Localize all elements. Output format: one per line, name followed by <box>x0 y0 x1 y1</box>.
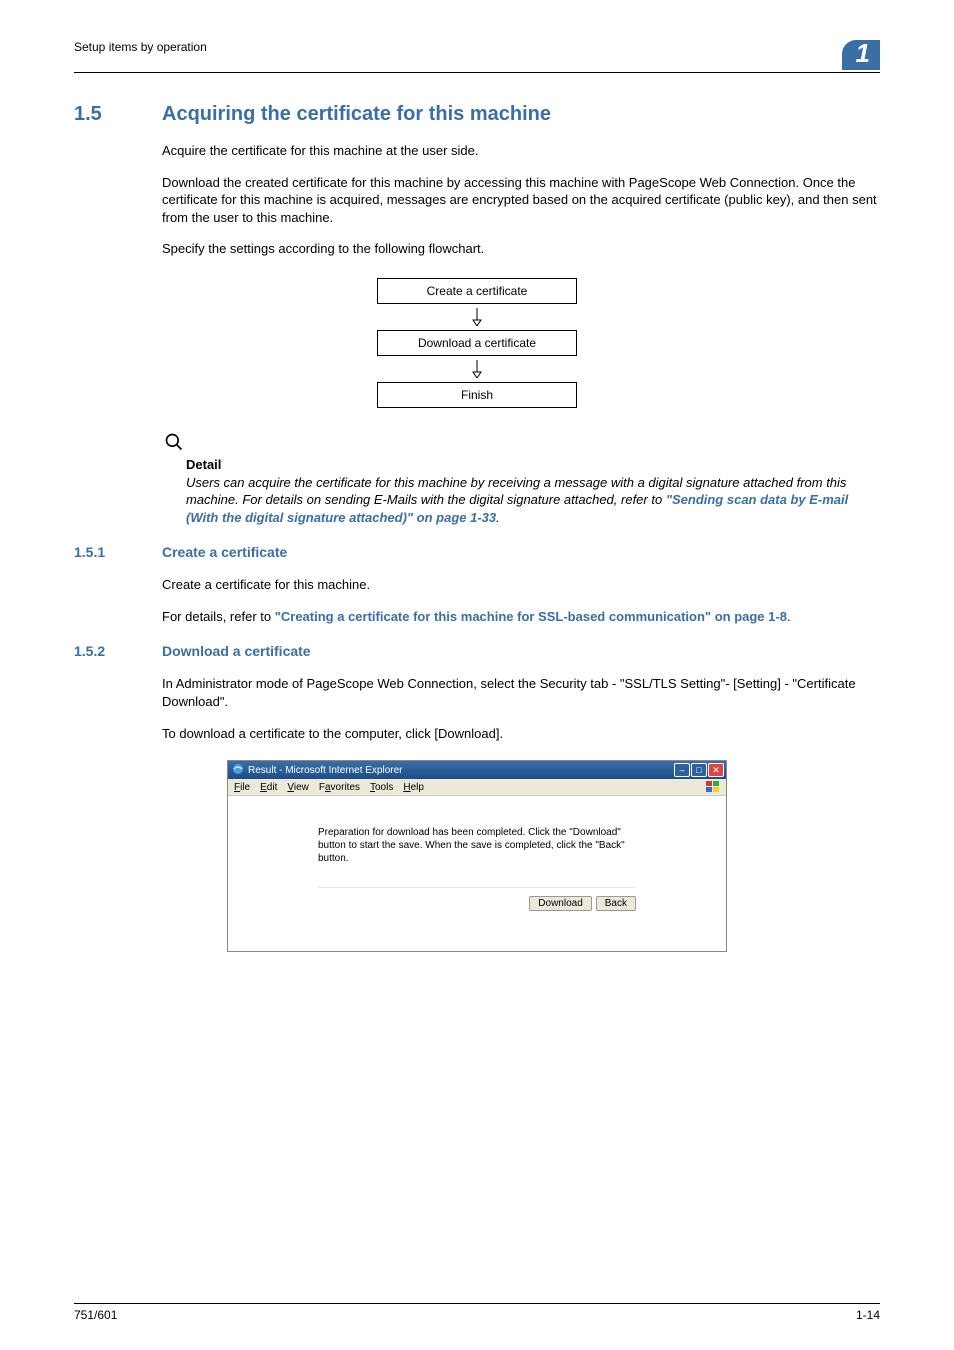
menu-favorites[interactable]: Favorites <box>319 782 360 793</box>
window-title: Result - Microsoft Internet Explorer <box>248 765 403 776</box>
flow-arrow-icon <box>377 304 577 330</box>
section-title: Acquiring the certificate for this machi… <box>162 103 551 126</box>
flow-step-finish: Finish <box>377 382 577 408</box>
menu-help[interactable]: Help <box>403 782 424 793</box>
windows-flag-icon <box>706 781 720 793</box>
text: . <box>787 609 791 624</box>
browser-menubar: File Edit View Favorites Tools Help <box>228 779 726 796</box>
menu-view[interactable]: View <box>287 782 309 793</box>
magnifier-icon <box>164 432 880 455</box>
paragraph: Download the created certificate for thi… <box>162 174 880 227</box>
text: For details, refer to <box>162 609 275 624</box>
chapter-number-badge: 1 <box>842 40 880 70</box>
detail-heading: Detail <box>186 457 880 472</box>
download-button[interactable]: Download <box>529 896 591 911</box>
flow-arrow-icon <box>377 356 577 382</box>
detail-period: . <box>496 510 500 525</box>
menu-tools[interactable]: Tools <box>370 782 393 793</box>
subsection-title: Create a certificate <box>162 544 287 560</box>
subsection-number: 1.5.1 <box>74 544 162 560</box>
crossref-link[interactable]: "Creating a certificate for this machine… <box>275 609 787 624</box>
paragraph: For details, refer to "Creating a certif… <box>162 608 880 626</box>
subsection-title: Download a certificate <box>162 643 311 659</box>
back-button[interactable]: Back <box>596 896 636 911</box>
paragraph: Specify the settings according to the fo… <box>162 240 880 258</box>
close-button[interactable]: ✕ <box>708 763 724 777</box>
menu-edit[interactable]: Edit <box>260 782 277 793</box>
section-number: 1.5 <box>74 103 162 126</box>
footer-page-number: 1-14 <box>856 1308 880 1322</box>
subsection-number: 1.5.2 <box>74 643 162 659</box>
paragraph: To download a certificate to the compute… <box>162 725 880 743</box>
maximize-button[interactable]: □ <box>691 763 707 777</box>
window-titlebar: Result - Microsoft Internet Explorer – □… <box>228 761 726 779</box>
menu-file[interactable]: File <box>234 782 250 793</box>
ie-logo-icon <box>232 763 244 778</box>
flowchart: Create a certificate Download a certific… <box>377 278 577 408</box>
flow-step-create: Create a certificate <box>377 278 577 304</box>
paragraph: In Administrator mode of PageScope Web C… <box>162 675 880 710</box>
flow-step-download: Download a certificate <box>377 330 577 356</box>
paragraph: Create a certificate for this machine. <box>162 576 880 594</box>
footer-model: 751/601 <box>74 1308 117 1322</box>
minimize-button[interactable]: – <box>674 763 690 777</box>
detail-paragraph: Users can acquire the certificate for th… <box>186 474 880 527</box>
browser-screenshot: Result - Microsoft Internet Explorer – □… <box>227 760 727 952</box>
paragraph: Acquire the certificate for this machine… <box>162 142 880 160</box>
download-message: Preparation for download has been comple… <box>318 826 636 865</box>
running-header: Setup items by operation <box>74 40 207 54</box>
